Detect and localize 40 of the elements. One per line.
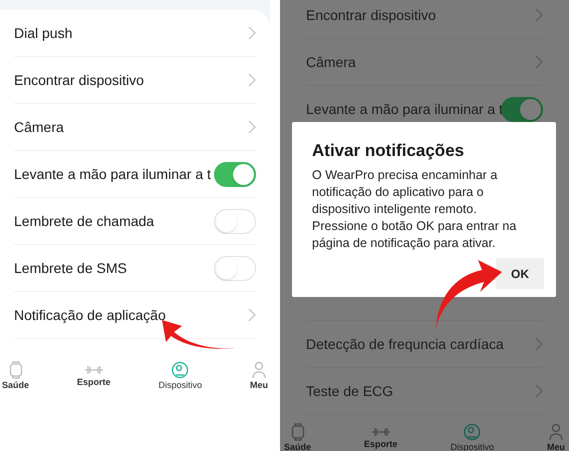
nav-tab[interactable]: Saúde	[282, 422, 314, 451]
dumbbell-icon	[370, 426, 391, 438]
nav-tab[interactable]: Esporte	[362, 426, 400, 448]
setting-label[interactable]: Câmera	[14, 116, 64, 138]
setting-label[interactable]: Dial push	[14, 22, 72, 44]
device-icon	[463, 422, 482, 440]
setting-label[interactable]: Lembrete de chamada	[14, 210, 154, 232]
chevron-right-icon	[248, 308, 256, 322]
setting-label[interactable]: Levante a mão para iluminar a t	[14, 164, 211, 184]
chevron-right-icon	[248, 26, 256, 40]
nav-tab[interactable]: Dispositivo	[448, 422, 496, 451]
user-icon	[549, 422, 563, 440]
dialog-title: Ativar notificações	[312, 140, 466, 162]
nav-tab[interactable]: Meu	[545, 422, 567, 451]
setting-label[interactable]: Câmera	[306, 52, 356, 72]
user-icon	[252, 360, 266, 378]
toggle-switch[interactable]	[214, 162, 256, 186]
chevron-right-icon	[248, 73, 256, 87]
chevron-right-icon	[535, 384, 543, 398]
nav-tab[interactable]: Meu	[248, 360, 270, 390]
nav-tab[interactable]: Saúde	[0, 360, 32, 390]
toggle-switch[interactable]	[501, 96, 543, 122]
ok-button[interactable]: OK	[496, 258, 544, 289]
dialog-message: O WearPro precisa encaminhar a notificação do aplicativo para o dispositivo inteligente remoto. Pressione o botão OK para entrar na página de notificação para ativar.	[312, 167, 518, 252]
watch-icon	[290, 422, 304, 440]
setting-label[interactable]: Encontrar dispositivo	[14, 70, 144, 90]
chevron-right-icon	[535, 8, 543, 22]
setting-label[interactable]: Notificação de aplicação	[14, 304, 166, 326]
nav-tab[interactable]: Dispositivo	[156, 360, 204, 390]
setting-label[interactable]: Lembrete de SMS	[14, 258, 127, 278]
setting-label[interactable]: Teste de ECG	[306, 380, 394, 402]
nav-tab[interactable]: Esporte	[75, 364, 113, 386]
setting-label[interactable]: Encontrar dispositivo	[306, 4, 436, 26]
chevron-right-icon	[535, 337, 543, 351]
chevron-right-icon	[248, 120, 256, 134]
dumbbell-icon	[84, 364, 104, 376]
chevron-right-icon	[535, 55, 543, 69]
device-icon	[171, 360, 190, 378]
setting-label[interactable]: Detecção de frequncia cardíaca	[306, 334, 504, 354]
watch-icon	[8, 360, 22, 378]
